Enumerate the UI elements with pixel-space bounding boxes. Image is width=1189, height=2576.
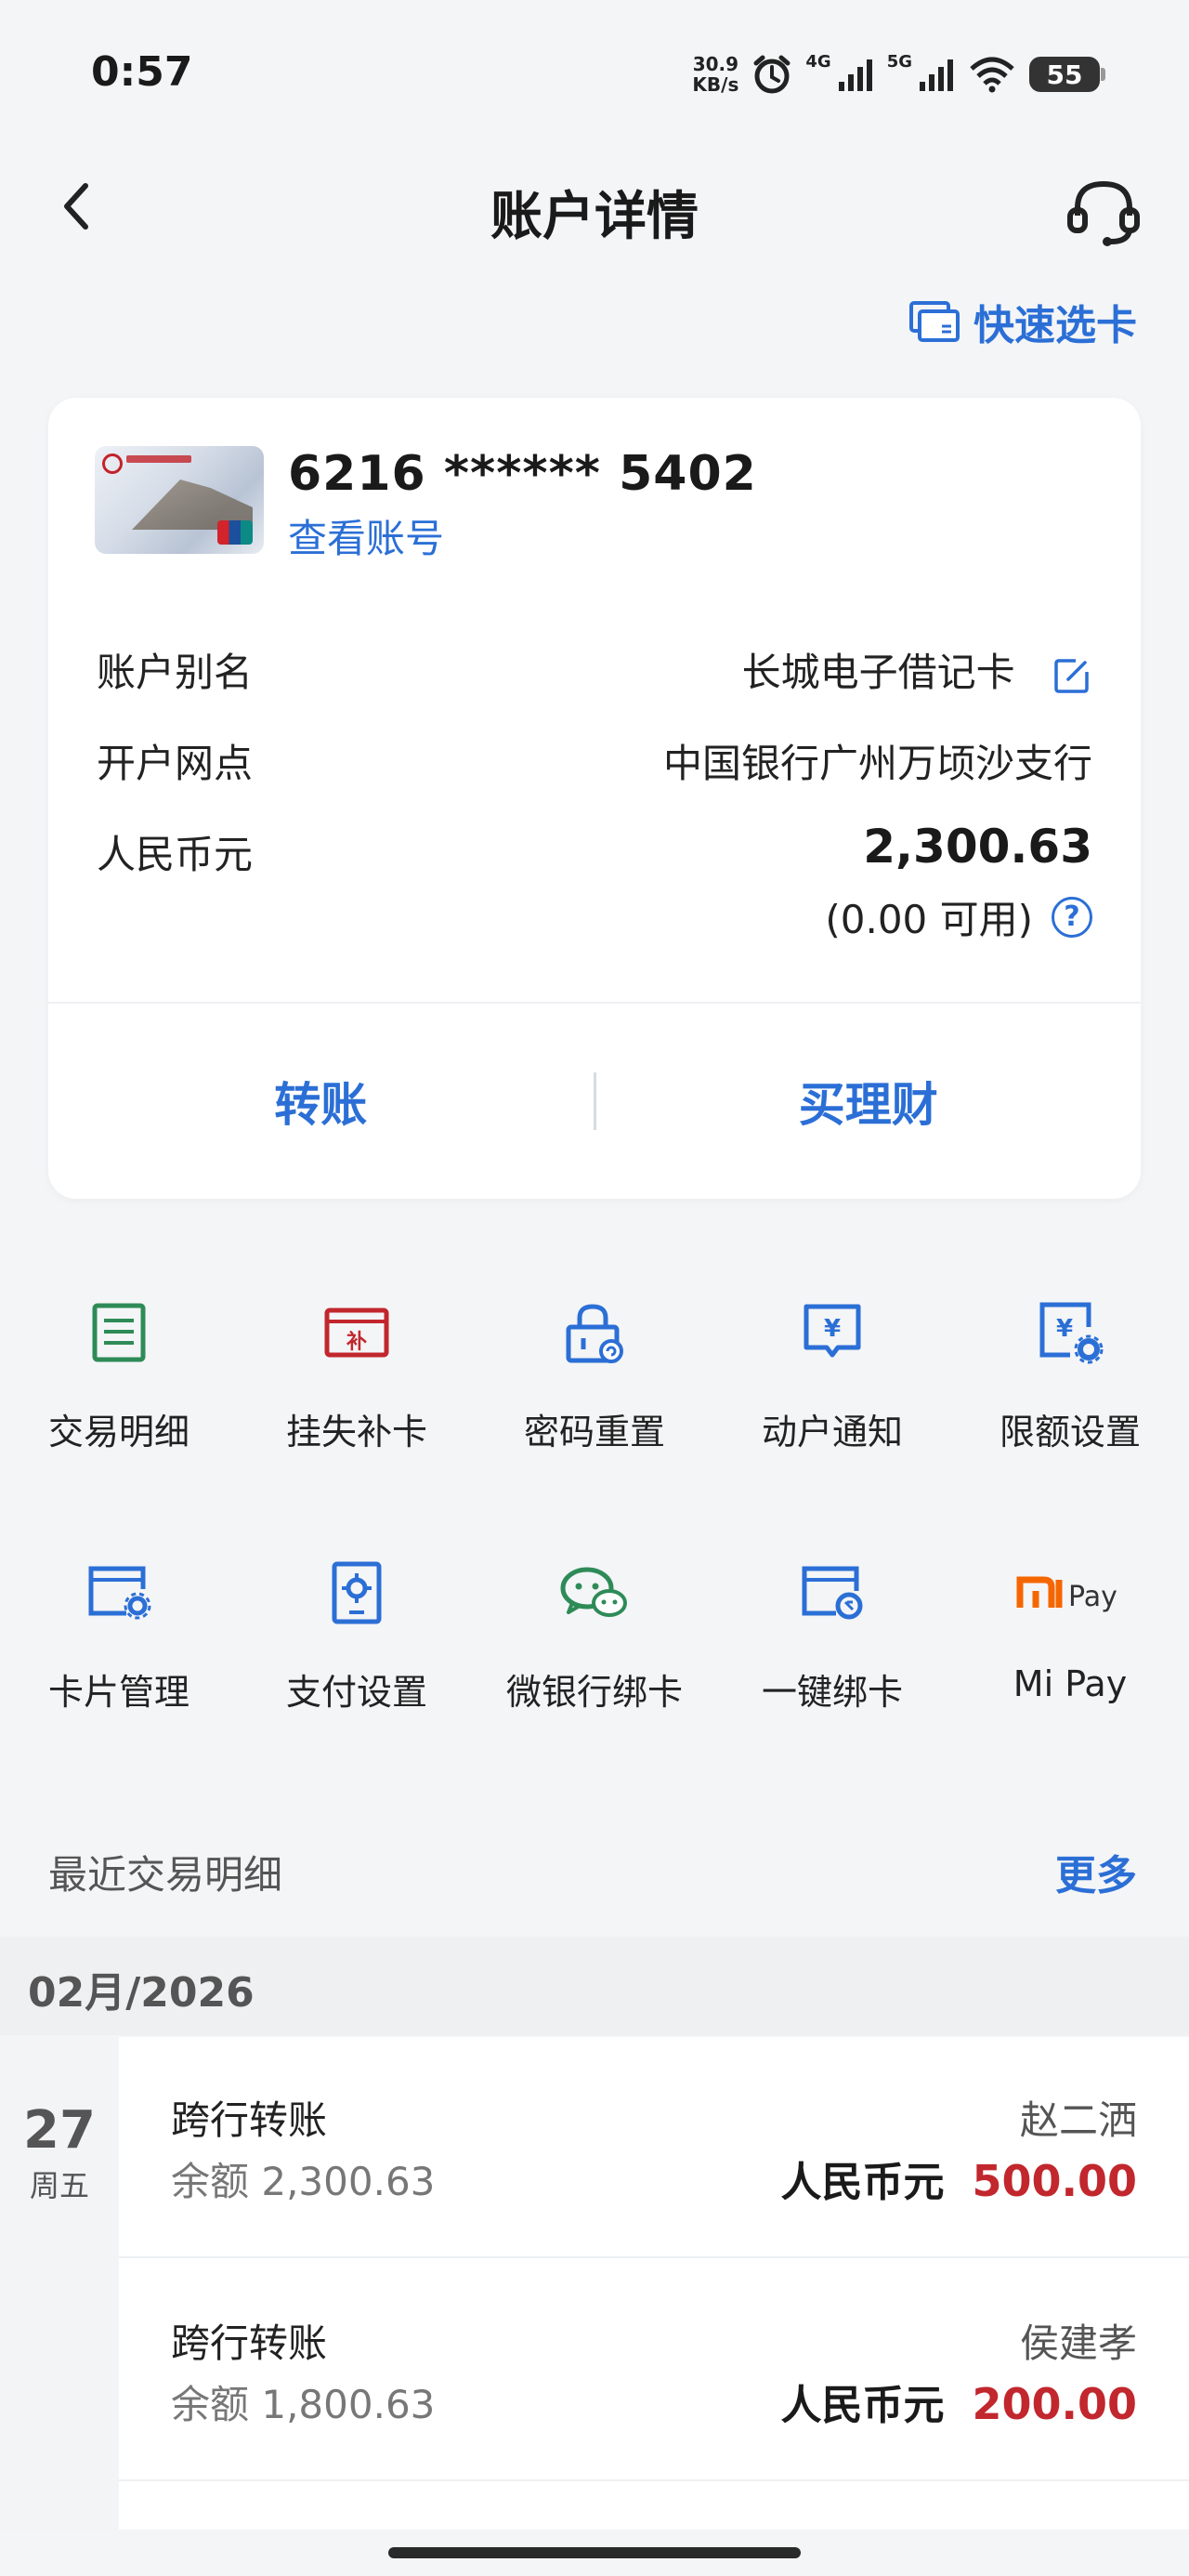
branch-label: 开户网点 [97, 741, 254, 786]
home-indicator[interactable] [388, 2547, 801, 2558]
svg-text:¥: ¥ [824, 1315, 841, 1343]
headset-icon [1067, 180, 1140, 246]
nav-bar: 账户详情 [0, 139, 1189, 279]
available-balance: (0.00 可用) ? [825, 888, 1092, 945]
transaction-amount: 人民币元 200.00 [780, 2379, 1137, 2429]
date-column: 27 周五 [0, 2037, 119, 2530]
quick-select-label: 快速选卡 [973, 302, 1137, 349]
notify-yuan-icon: ¥ [795, 1295, 869, 1370]
card-number: 6216 ****** 5402 [288, 446, 757, 502]
card-lost-icon: 补 [320, 1295, 394, 1370]
date-day: 27 [23, 2100, 96, 2161]
signal-5g-icon [920, 59, 953, 91]
more-link[interactable]: 更多 [1055, 1842, 1137, 1901]
report-lost-card-button[interactable]: 补 挂失补卡 [238, 1295, 476, 1454]
signal-4g-icon [838, 59, 872, 91]
view-account-number-link[interactable]: 查看账号 [288, 507, 444, 564]
edit-icon[interactable] [1052, 655, 1092, 696]
net-5g-label: 5G [886, 51, 912, 72]
limit-settings-button[interactable]: ¥ 限额设置 [951, 1295, 1189, 1454]
page-title: 账户详情 [490, 187, 699, 247]
account-notification-button[interactable]: ¥ 动户通知 [713, 1295, 951, 1454]
transaction-list: 27 周五 跨行转账 余额 2,300.63 赵二洒 人民币元 500.00 跨… [0, 2037, 1189, 2530]
one-click-bind-button[interactable]: 一键绑卡 [713, 1556, 951, 1715]
wifi-icon [970, 57, 1014, 93]
payment-settings-button[interactable]: 支付设置 [238, 1556, 476, 1715]
status-bar: 0:57 30.9 KB/s 4G 5G 55 [0, 0, 1189, 139]
svg-text:补: 补 [346, 1331, 367, 1354]
date-weekday: 周五 [29, 2168, 89, 2203]
balance-value: 2,300.63 [863, 820, 1092, 874]
mipay-icon: Pay [1014, 1556, 1126, 1630]
svg-text:Pay: Pay [1068, 1581, 1117, 1613]
status-time: 0:57 [91, 48, 193, 96]
transaction-counterparty: 侯建孝 [1019, 2320, 1137, 2366]
card-bind-icon [795, 1556, 869, 1630]
boc-logo-icon [102, 453, 123, 474]
transaction-row[interactable]: 跨行转账 余额 2,300.63 赵二洒 人民币元 500.00 [119, 2037, 1189, 2258]
list-icon [82, 1295, 156, 1370]
currency-label: 人民币元 [97, 832, 254, 877]
password-reset-button[interactable]: 密码重置 [476, 1295, 713, 1454]
buy-wealth-button[interactable]: 买理财 [596, 1068, 1142, 1135]
quick-select-card-button[interactable]: 快速选卡 [908, 292, 1137, 351]
help-icon[interactable]: ? [1052, 896, 1092, 938]
transaction-type: 跨行转账 [171, 2320, 328, 2366]
net-4g-label: 4G [805, 51, 831, 72]
card-management-button[interactable]: 卡片管理 [0, 1556, 238, 1715]
payment-settings-icon [320, 1556, 394, 1630]
service-grid-row-1: 交易明细 补 挂失补卡 密码重置 ¥ 动户通知 ¥ 限额设置 [0, 1295, 1189, 1454]
transaction-balance: 余额 2,300.63 [171, 2159, 436, 2204]
battery-icon: 55 [1029, 57, 1105, 92]
lock-reset-icon [557, 1295, 632, 1370]
network-speed: 30.9 KB/s [692, 53, 739, 96]
account-info: 6216 ****** 5402 查看账号 账户别名 长城电子借记卡 开户网点 … [48, 398, 1141, 1004]
month-label: 02月/2026 [28, 1969, 255, 2017]
alarm-icon [753, 55, 790, 94]
customer-service-button[interactable] [1065, 173, 1143, 251]
status-icons: 30.9 KB/s 4G 5G 55 [692, 48, 1105, 100]
bank-card-image [95, 446, 264, 554]
wechat-bind-card-button[interactable]: 微银行绑卡 [476, 1556, 713, 1715]
transfer-button[interactable]: 转账 [48, 1068, 594, 1135]
cards-icon [909, 301, 960, 342]
alias-value: 长城电子借记卡 [742, 641, 1092, 698]
card-gear-icon [82, 1556, 156, 1630]
account-card: 6216 ****** 5402 查看账号 账户别名 长城电子借记卡 开户网点 … [48, 398, 1141, 1199]
unionpay-logo-icon [217, 520, 253, 545]
transaction-row[interactable]: 跨行转账 余额 1,800.63 侯建孝 人民币元 200.00 [119, 2260, 1189, 2481]
recent-title: 最近交易明细 [48, 1851, 283, 1898]
limit-settings-icon: ¥ [1033, 1295, 1107, 1370]
alias-label: 账户别名 [97, 650, 254, 695]
month-header: 02月/2026 [0, 1937, 1189, 2035]
mi-pay-button[interactable]: Pay Mi Pay [951, 1556, 1189, 1715]
recent-transactions-header: 最近交易明细 更多 [48, 1842, 1137, 1901]
transaction-amount: 人民币元 500.00 [780, 2156, 1137, 2206]
svg-text:¥: ¥ [1056, 1315, 1073, 1343]
service-grid-row-2: 卡片管理 支付设置 微银行绑卡 一键绑卡 Pay Mi Pay [0, 1556, 1189, 1715]
account-actions: 转账 买理财 [48, 1004, 1141, 1199]
transaction-type: 跨行转账 [171, 2097, 328, 2143]
transaction-counterparty: 赵二洒 [1019, 2097, 1137, 2143]
transaction-balance: 余额 1,800.63 [171, 2382, 436, 2427]
transaction-details-button[interactable]: 交易明细 [0, 1295, 238, 1454]
branch-value: 中国银行广州万顷沙支行 [662, 741, 1092, 786]
wechat-icon [557, 1556, 632, 1630]
